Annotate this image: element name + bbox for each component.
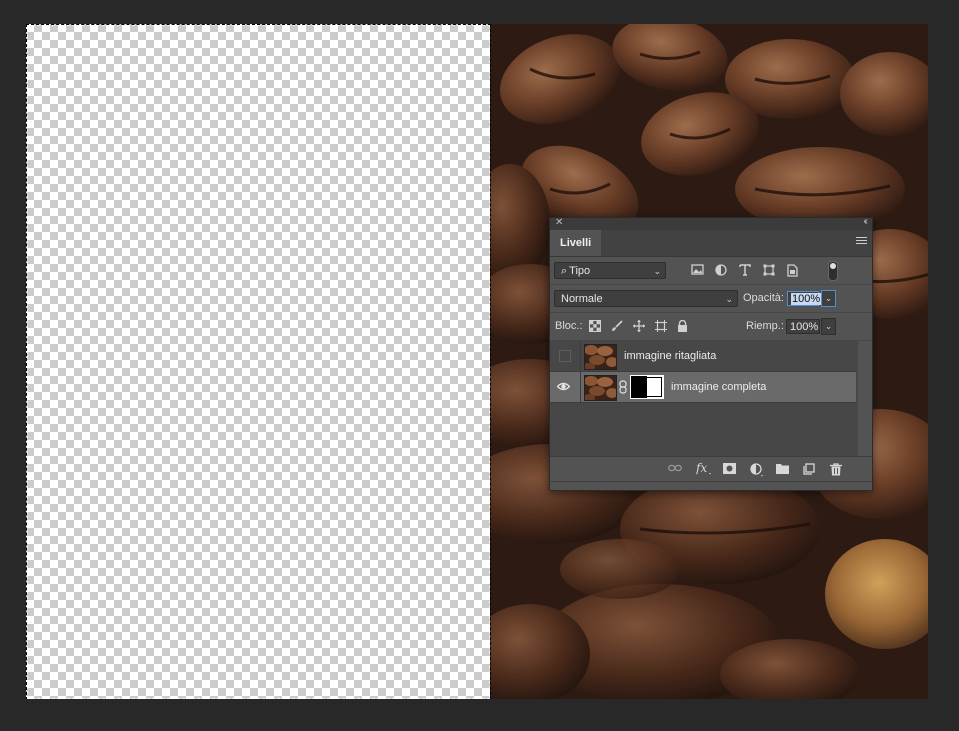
layers-footer: fx (550, 456, 872, 481)
layer-thumbnail (584, 344, 617, 370)
lock-row: Bloc.: Riemp.: 100% ⌄ (550, 313, 872, 341)
search-icon: ⌕ (561, 265, 568, 277)
layers-list: immagine ritagliata immagine completa (550, 341, 872, 456)
layer-name: immagine completa (671, 381, 767, 393)
add-mask-icon[interactable] (723, 463, 736, 474)
opacity-dropdown-button[interactable]: ⌄ (821, 290, 836, 307)
transparent-area (26, 24, 490, 699)
chevron-down-icon: ⌄ (653, 266, 661, 276)
collapse-icon[interactable]: ‹‹ (863, 216, 867, 227)
eye-icon[interactable] (557, 380, 570, 393)
new-layer-icon[interactable] (803, 463, 815, 475)
layers-panel: ✕ ‹‹ Livelli ⌕ Tipo ⌄ Normale ⌄ Opacità: … (549, 216, 873, 491)
layer-thumbnail (584, 375, 617, 401)
panel-titlebar[interactable]: ✕ ‹‹ (550, 216, 872, 230)
visibility-toggle-off[interactable] (559, 350, 571, 362)
lock-artboard-icon[interactable] (655, 320, 667, 332)
panel-bottom-edge (550, 481, 872, 489)
layers-scrollbar[interactable] (858, 341, 872, 456)
new-adjustment-icon[interactable] (750, 463, 764, 477)
layer-mask-thumbnail[interactable] (630, 375, 664, 399)
lock-position-icon[interactable] (633, 320, 645, 332)
fill-input[interactable]: 100% (786, 319, 820, 334)
layer-row-immagine-completa[interactable]: immagine completa (550, 372, 856, 403)
blend-mode-select[interactable]: Normale ⌄ (554, 290, 738, 307)
fill-value: 100% (790, 321, 819, 333)
shape-filter-icon[interactable] (763, 264, 775, 276)
lock-label: Bloc.: (555, 320, 583, 332)
opacity-label: Opacità: (743, 292, 784, 304)
type-filter-icon[interactable] (739, 264, 751, 276)
fill-dropdown-button[interactable]: ⌄ (821, 318, 836, 335)
filter-kind-select[interactable]: ⌕ Tipo ⌄ (554, 262, 666, 279)
chain-link-icon[interactable] (619, 380, 627, 394)
filter-kind-value: Tipo (569, 265, 591, 277)
lock-transparent-pixels-icon[interactable] (589, 320, 601, 332)
filter-toggle[interactable] (828, 261, 838, 281)
new-group-icon[interactable] (776, 463, 789, 474)
blend-row: Normale ⌄ Opacità: 100% ⌄ (550, 285, 872, 313)
filter-row: ⌕ Tipo ⌄ (550, 257, 872, 285)
panel-menu-icon[interactable] (856, 237, 867, 246)
delete-layer-icon[interactable] (830, 463, 842, 476)
blend-mode-value: Normale (561, 293, 603, 305)
lock-image-pixels-icon[interactable] (611, 320, 623, 332)
image-filter-icon[interactable] (691, 264, 704, 276)
opacity-input[interactable]: 100% (787, 291, 822, 306)
layer-name: immagine ritagliata (624, 350, 717, 362)
layer-row-immagine-ritagliata[interactable]: immagine ritagliata (550, 341, 856, 372)
close-icon[interactable]: ✕ (555, 217, 563, 228)
lock-all-icon[interactable] (677, 320, 688, 332)
opacity-value: 100% (791, 293, 822, 305)
panel-tabbar: Livelli (550, 230, 872, 257)
tab-livelli[interactable]: Livelli (550, 230, 602, 256)
adjustment-filter-icon[interactable] (715, 264, 727, 276)
chevron-down-icon: ⌄ (725, 294, 733, 304)
link-layers-icon[interactable] (668, 463, 682, 473)
smart-object-filter-icon[interactable] (786, 264, 798, 277)
fill-label: Riemp.: (746, 320, 784, 332)
svg-text:fx: fx (696, 461, 707, 475)
fx-icon[interactable]: fx (696, 461, 712, 475)
